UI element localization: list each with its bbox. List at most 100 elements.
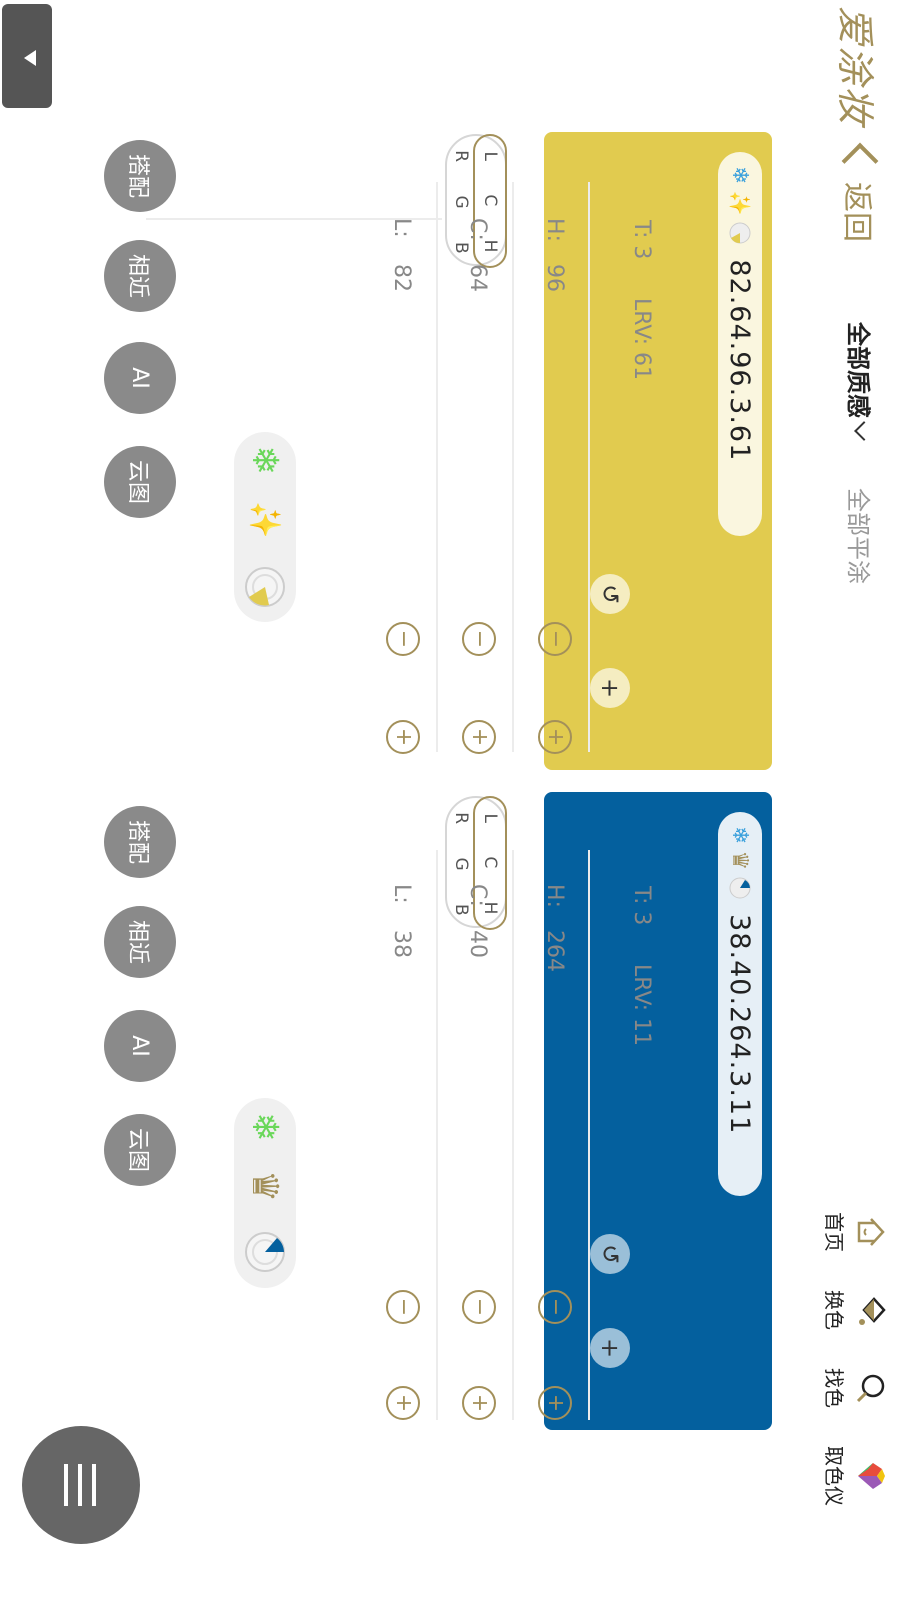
H-value: 264 — [542, 930, 567, 972]
nav-home-label: 首页 — [822, 1212, 846, 1252]
menu-fab[interactable] — [22, 1426, 140, 1544]
dial-icon — [729, 877, 751, 899]
L-minus-button[interactable]: − — [386, 622, 420, 656]
color-code: 82.64.96.3.61 — [724, 259, 756, 462]
ai-button[interactable]: AI — [104, 342, 176, 414]
H-minus-button[interactable]: − — [538, 622, 572, 656]
T-value: T: 3 — [629, 220, 654, 260]
C-minus-button[interactable]: − — [462, 1290, 496, 1324]
L-label: L: — [389, 884, 414, 904]
color-code-pill: ❄ ✨ 82.64.96.3.61 — [718, 152, 762, 536]
similar-button[interactable]: 相近 — [104, 240, 176, 312]
add-color-button[interactable]: + — [590, 1328, 630, 1368]
mode-rgb-label: R G B — [451, 812, 471, 930]
finish-filter-dropdown[interactable]: 全部平涂 — [843, 488, 878, 584]
nav-home[interactable]: 首页 — [821, 1212, 888, 1252]
row-divider — [436, 850, 438, 1420]
crown-icon: ♛ — [244, 1169, 286, 1203]
T-value: T: 3 — [629, 886, 654, 926]
mode-rgb-label: R G B — [451, 150, 471, 268]
nav-color-device-label: 取色仪 — [822, 1446, 846, 1506]
reset-icon: ↺ — [596, 1243, 624, 1265]
color-mode-toggle[interactable]: L C H R G B — [445, 134, 507, 268]
back-label: 返回 — [839, 182, 874, 242]
nav-find-color[interactable]: 找色 — [821, 1368, 888, 1408]
snowflake-icon: ❄ — [727, 166, 753, 185]
nav-find-color-label: 找色 — [822, 1368, 846, 1408]
snowflake-icon: ❄ — [727, 826, 753, 845]
paint-bucket-icon — [859, 1297, 886, 1325]
chevron-left-icon — [841, 142, 879, 180]
row-divider — [512, 850, 514, 1420]
C-plus-button[interactable]: + — [462, 720, 496, 754]
reset-icon: ↺ — [596, 583, 624, 605]
row-divider — [588, 850, 590, 1420]
dial-icon — [245, 1232, 285, 1273]
sparkle-icon: ✨ — [728, 190, 752, 216]
C-label: C: — [465, 884, 490, 907]
add-color-button[interactable]: + — [590, 668, 630, 708]
plus-icon: + — [596, 1337, 624, 1359]
H-value: 96 — [542, 264, 567, 292]
snowflake-icon: ❄ — [244, 445, 286, 476]
nav-color-device[interactable]: 取色仪 — [821, 1446, 888, 1506]
L-label: L: — [389, 218, 414, 238]
color-code: 38.40.264.3.11 — [724, 914, 756, 1135]
dial-icon — [729, 222, 751, 244]
texture-filter-dropdown[interactable]: 全部质感 — [843, 322, 878, 441]
similar-button[interactable]: 相近 — [104, 906, 176, 978]
app-logo: 爱涂妆 — [833, 6, 877, 127]
texture-filter-label: 全部质感 — [844, 322, 872, 418]
ai-button[interactable]: AI — [104, 1010, 176, 1082]
H-plus-button[interactable]: + — [538, 720, 572, 754]
mode-lch-label: L C H — [480, 151, 500, 267]
reset-button[interactable]: ↺ — [590, 574, 630, 614]
row-divider — [436, 182, 438, 752]
H-label: H: — [542, 884, 567, 908]
H-minus-button[interactable]: − — [538, 1290, 572, 1324]
C-label: C: — [465, 218, 490, 241]
menu-icon — [92, 1464, 96, 1506]
effects-pill[interactable]: ❄ ✨ — [234, 432, 296, 622]
home-icon — [857, 1218, 885, 1246]
row-divider — [588, 182, 590, 752]
L-plus-button[interactable]: + — [386, 1386, 420, 1420]
effects-pill[interactable]: ❄ ♛ — [234, 1098, 296, 1288]
H-label: H: — [542, 218, 567, 242]
L-minus-button[interactable]: − — [386, 1290, 420, 1324]
match-button[interactable]: 搭配 — [104, 140, 176, 212]
C-value: 64 — [465, 264, 490, 292]
reset-button[interactable]: ↺ — [590, 1234, 630, 1274]
H-plus-button[interactable]: + — [538, 1386, 572, 1420]
LRV-value: LRV: 11 — [629, 964, 654, 1046]
search-icon — [856, 1374, 885, 1403]
LRV-value: LRV: 61 — [629, 298, 654, 380]
cloud-chart-button[interactable]: 云图 — [104, 446, 176, 518]
back-button[interactable]: 返回 — [838, 138, 882, 242]
row-divider — [512, 182, 514, 752]
dial-icon — [245, 566, 285, 607]
chevron-down-icon — [854, 421, 875, 441]
nav-change-color[interactable]: 换色 — [821, 1290, 888, 1330]
color-swatch[interactable]: ❄ ♛ 38.40.264.3.11 ↺ + — [544, 792, 772, 1430]
color-mode-toggle[interactable]: L C H R G B — [445, 796, 507, 930]
snowflake-icon: ❄ — [244, 1111, 286, 1143]
L-plus-button[interactable]: + — [386, 720, 420, 754]
color-device-icon — [858, 1463, 885, 1489]
nav-change-color-label: 换色 — [822, 1290, 846, 1330]
plus-icon: + — [596, 677, 624, 699]
L-value: 38 — [389, 930, 414, 958]
cloud-chart-button[interactable]: 云图 — [104, 1114, 176, 1186]
triangle-icon — [24, 50, 36, 66]
L-value: 82 — [389, 264, 414, 292]
mode-lch-label: L C H — [480, 813, 500, 929]
match-button[interactable]: 搭配 — [104, 806, 176, 878]
sparkle-icon: ✨ — [247, 501, 283, 539]
color-swatch[interactable]: ❄ ✨ 82.64.96.3.61 ↺ + — [544, 132, 772, 770]
side-drawer-toggle[interactable] — [2, 4, 52, 108]
C-minus-button[interactable]: − — [462, 622, 496, 656]
C-value: 40 — [465, 930, 490, 958]
C-plus-button[interactable]: + — [462, 1386, 496, 1420]
crown-icon: ♛ — [727, 850, 753, 871]
color-code-pill: ❄ ♛ 38.40.264.3.11 — [718, 812, 762, 1196]
